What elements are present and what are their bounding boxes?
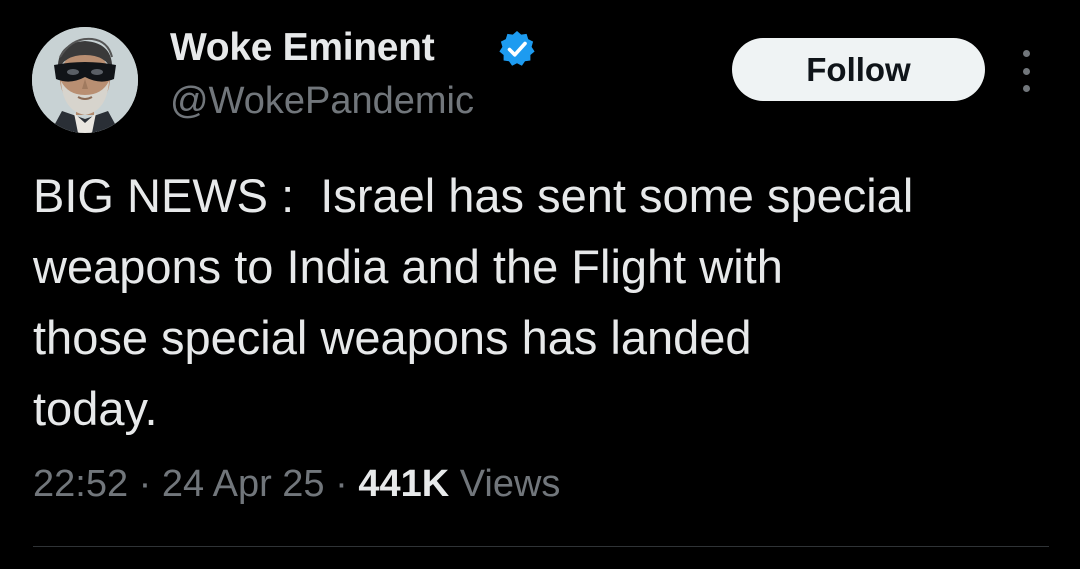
masked-man-avatar-icon <box>32 27 138 133</box>
tweet-text: BIG NEWS : Israel has sent some special … <box>33 169 914 435</box>
tweet-meta: 22:52 · 24 Apr 25 · 441K Views <box>33 463 560 506</box>
meta-separator: · <box>335 463 348 505</box>
more-options-icon[interactable] <box>1012 50 1040 92</box>
more-dot <box>1022 67 1030 75</box>
more-dot <box>1022 50 1030 57</box>
meta-separator: · <box>138 463 152 505</box>
more-dot <box>1022 85 1030 92</box>
author-handle[interactable]: @WokePandemic <box>170 80 474 123</box>
divider <box>33 546 1049 547</box>
tweet-date[interactable]: 24 Apr 25 <box>162 463 325 505</box>
author-display-name[interactable]: Woke Eminent <box>170 26 435 70</box>
verified-badge-icon <box>499 31 535 66</box>
tweet-time[interactable]: 22:52 <box>33 463 128 505</box>
avatar[interactable] <box>32 27 138 133</box>
views-count[interactable]: 441K <box>358 463 449 505</box>
views-label: Views <box>459 463 561 505</box>
tweet-card: Woke Eminent @WokePandemic Follow BIG NE… <box>0 0 1080 569</box>
follow-button[interactable]: Follow <box>732 38 985 101</box>
